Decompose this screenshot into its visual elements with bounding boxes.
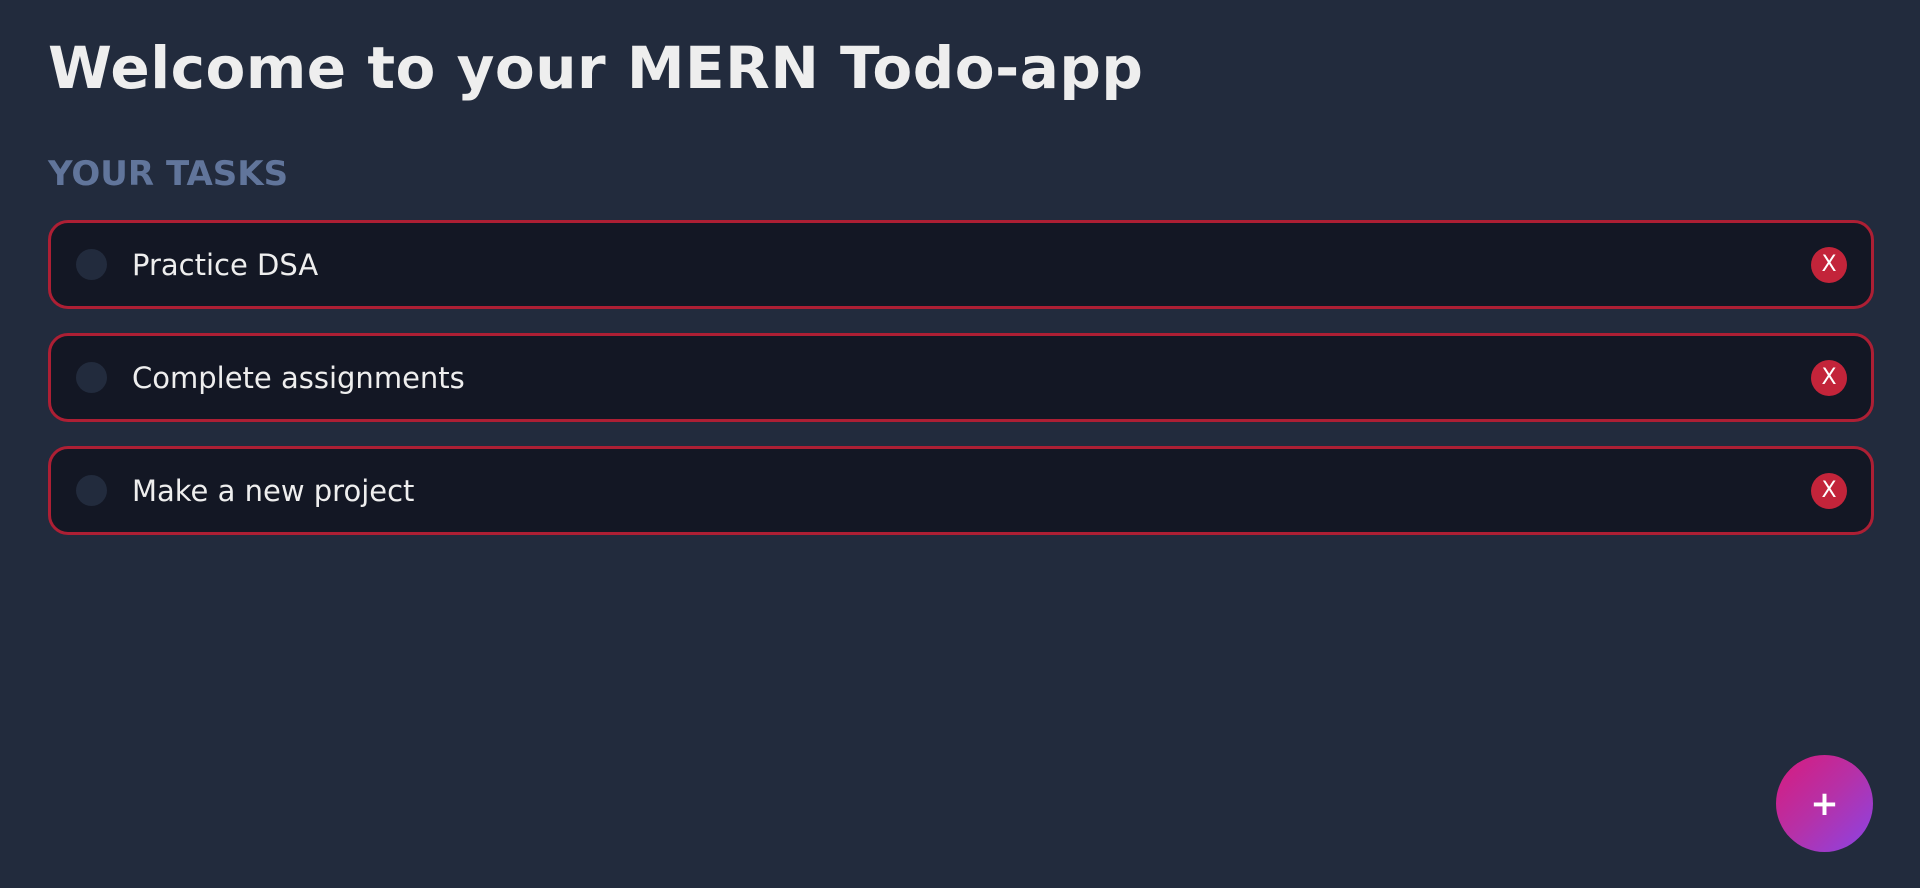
delete-todo-button[interactable]: X xyxy=(1811,472,1847,509)
todo-checkbox[interactable] xyxy=(76,362,107,393)
todo-list: Practice DSA X Complete assignments X Ma… xyxy=(48,220,1874,559)
todo-item[interactable]: Complete assignments X xyxy=(48,333,1874,422)
tasks-section-title: YOUR TASKS xyxy=(48,154,289,194)
page-title: Welcome to your MERN Todo-app xyxy=(48,34,1144,102)
delete-todo-button[interactable]: X xyxy=(1811,359,1847,396)
todo-checkbox[interactable] xyxy=(76,475,107,506)
todo-item[interactable]: Make a new project X xyxy=(48,446,1874,535)
add-todo-button[interactable]: + xyxy=(1776,755,1873,852)
todo-checkbox[interactable] xyxy=(76,249,107,280)
delete-todo-button[interactable]: X xyxy=(1811,246,1847,283)
todo-text: Complete assignments xyxy=(132,360,465,395)
todo-text: Make a new project xyxy=(132,473,415,508)
todo-text: Practice DSA xyxy=(132,247,319,282)
todo-item[interactable]: Practice DSA X xyxy=(48,220,1874,309)
